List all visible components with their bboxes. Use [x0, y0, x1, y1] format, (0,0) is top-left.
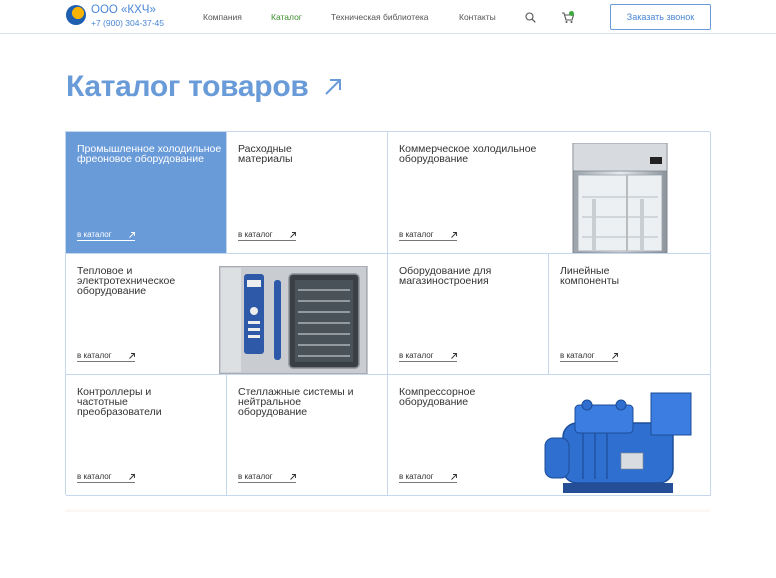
company-logo[interactable] [66, 5, 86, 25]
catalog-link-label: в каталог [560, 351, 595, 360]
arrow-up-right-icon [324, 79, 341, 95]
company-phone[interactable]: +7 (900) 304-37-45 [91, 18, 164, 28]
catalog-grid: Промышленное холодильное фреоновое обору… [65, 131, 711, 496]
catalog-link-label: в каталог [399, 230, 434, 239]
catalog-item-title: Коммерческое холодильное оборудование [399, 143, 537, 165]
catalog-link-label: в каталог [77, 230, 112, 239]
catalog-item-title: Компрессорное оборудование [399, 386, 476, 408]
nav-item-tech-library[interactable]: Техническая библиотека [331, 12, 428, 22]
catalog-link[interactable]: в каталог [560, 351, 618, 362]
catalog-link[interactable]: в каталог [399, 351, 457, 362]
arrow-up-right-icon [612, 352, 618, 359]
arrow-up-right-icon [129, 473, 135, 480]
arrow-up-right-icon [290, 473, 296, 480]
arrow-up-right-icon [129, 231, 135, 238]
arrow-up-right-icon [451, 231, 457, 238]
search-icon[interactable] [525, 12, 536, 23]
catalog-item-title: Оборудование для магазиностроения [399, 265, 492, 287]
catalog-item-title: Промышленное холодильное фреоновое обору… [77, 143, 222, 165]
catalog-item-shelving-systems[interactable]: Стеллажные системы и нейтральное оборудо… [227, 375, 388, 496]
nav-item-contacts[interactable]: Контакты [459, 12, 496, 22]
arrow-up-right-icon [129, 352, 135, 359]
nav-item-company[interactable]: Компания [203, 12, 242, 22]
page-heading: Каталог товаров [66, 70, 343, 104]
catalog-item-thermal-equipment[interactable]: Тепловое и электротехническое оборудован… [66, 254, 388, 375]
order-call-button[interactable]: Заказать звонок [610, 4, 711, 30]
catalog-link-label: в каталог [238, 472, 273, 481]
catalog-link[interactable]: в каталог [77, 472, 135, 483]
commercial-fridge-image [572, 143, 668, 253]
catalog-link-label: в каталог [77, 351, 112, 360]
catalog-item-linear-components[interactable]: Линейные компоненты в каталог [549, 254, 711, 375]
catalog-link[interactable]: в каталог [399, 472, 457, 483]
catalog-item-title: Расходные материалы [238, 143, 293, 165]
catalog-item-title: Контроллеры и частотные преобразователи [77, 386, 162, 418]
catalog-link[interactable]: в каталог [238, 472, 296, 483]
arrow-up-right-icon [451, 473, 457, 480]
catalog-link-label: в каталог [399, 472, 434, 481]
page-title: Каталог товаров [66, 70, 309, 103]
compressor-image [544, 392, 692, 493]
catalog-item-consumables[interactable]: Расходные материалы в каталог [227, 132, 388, 254]
catalog-link[interactable]: в каталог [77, 230, 135, 241]
catalog-item-title: Стеллажные системы и нейтральное оборудо… [238, 386, 354, 418]
catalog-link[interactable]: в каталог [77, 351, 135, 362]
catalog-link-label: в каталог [399, 351, 434, 360]
catalog-item-controllers[interactable]: Контроллеры и частотные преобразователи … [66, 375, 227, 496]
company-name[interactable]: ООО «КХЧ» [91, 4, 156, 16]
cart-badge [569, 11, 574, 16]
catalog-item-compressor-equipment[interactable]: Компрессорное оборудование в каталог [388, 375, 711, 496]
combi-oven-image [219, 266, 368, 374]
arrow-up-right-icon [290, 231, 296, 238]
catalog-link-label: в каталог [77, 472, 112, 481]
catalog-item-commercial-refrigeration[interactable]: Коммерческое холодильное оборудование в … [388, 132, 711, 254]
site-header: ООО «КХЧ» +7 (900) 304-37-45 Компания Ка… [0, 0, 776, 34]
catalog-item-store-equipment[interactable]: Оборудование для магазиностроения в ката… [388, 254, 549, 375]
section-divider [65, 508, 710, 512]
catalog-item-title: Линейные компоненты [560, 265, 620, 287]
arrow-up-right-icon [451, 352, 457, 359]
catalog-link-label: в каталог [238, 230, 273, 239]
catalog-item-industrial-refrigeration[interactable]: Промышленное холодильное фреоновое обору… [66, 132, 227, 254]
catalog-link[interactable]: в каталог [399, 230, 457, 241]
nav-item-catalog[interactable]: Каталог [271, 12, 302, 22]
catalog-item-title: Тепловое и электротехническое оборудован… [77, 265, 176, 297]
catalog-link[interactable]: в каталог [238, 230, 296, 241]
